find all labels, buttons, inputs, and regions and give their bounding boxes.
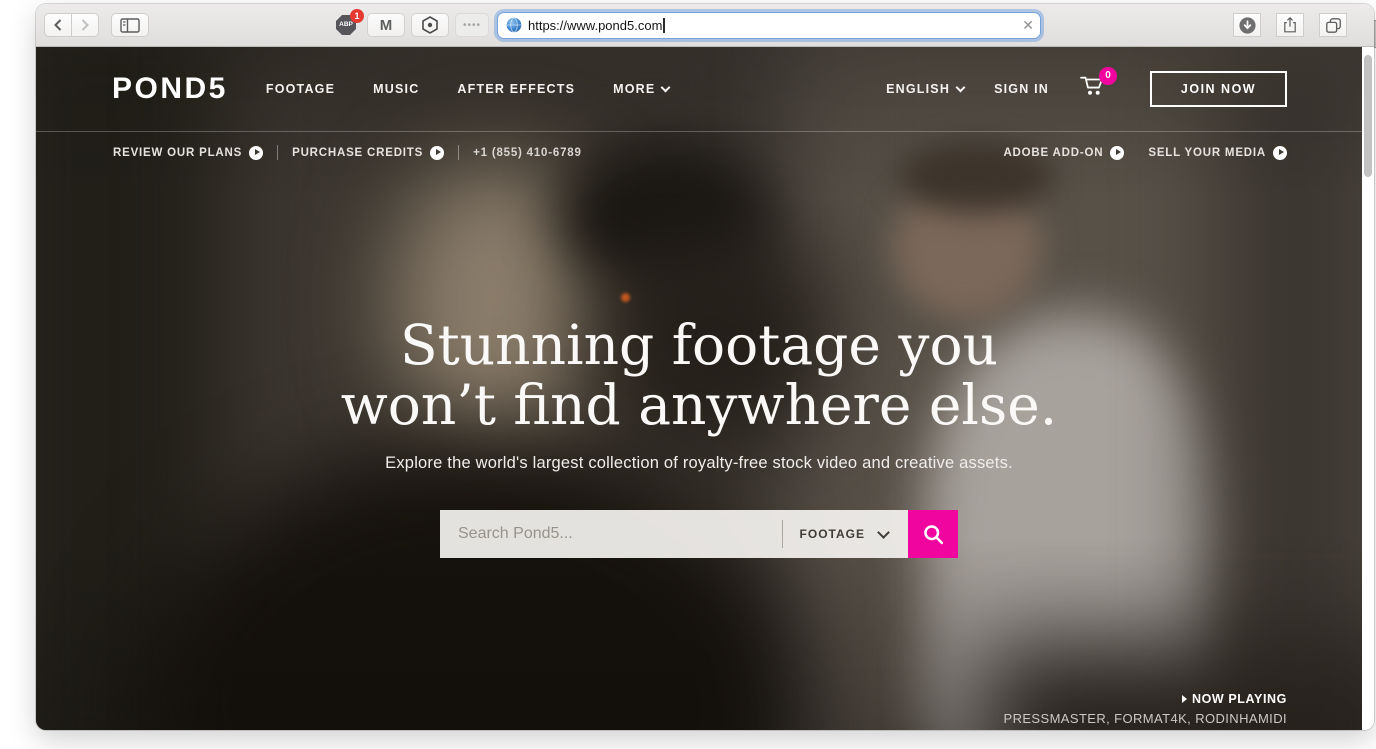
back-icon	[53, 19, 63, 31]
hero-search-bar: FOOTAGE	[440, 510, 958, 558]
downloads-icon	[1238, 16, 1257, 35]
nav-after-effects[interactable]: AFTER EFFECTS	[457, 82, 575, 96]
forward-button[interactable]	[71, 13, 99, 37]
hero-video-background: POND5 FOOTAGE MUSIC AFTER EFFECTS MORE E…	[36, 47, 1362, 730]
cart-button[interactable]: 0	[1079, 75, 1106, 102]
search-category-dropdown[interactable]: FOOTAGE	[783, 527, 908, 541]
nav-music[interactable]: MUSIC	[373, 82, 419, 96]
language-selector[interactable]: ENGLISH	[886, 82, 964, 96]
browser-toolbar: ABP 1 M •••• https://www.pond5.c	[36, 4, 1374, 47]
chevron-down-icon	[661, 82, 671, 92]
subnav-left: REVIEW OUR PLANS PURCHASE CREDITS +1 (85…	[113, 145, 582, 160]
subnav: REVIEW OUR PLANS PURCHASE CREDITS +1 (85…	[36, 131, 1362, 173]
search-icon	[922, 523, 945, 546]
now-playing-label: NOW PLAYING	[1004, 692, 1288, 706]
join-now-button[interactable]: JOIN NOW	[1150, 71, 1287, 107]
share-button[interactable]	[1276, 13, 1304, 37]
m-extension-button[interactable]: M	[367, 13, 405, 37]
m-extension-icon: M	[380, 17, 393, 34]
subnav-right: ADOBE ADD-ON SELL YOUR MEDIA	[1003, 146, 1287, 160]
main-nav: FOOTAGE MUSIC AFTER EFFECTS MORE	[266, 82, 670, 96]
pond5-logo[interactable]: POND5	[112, 72, 228, 106]
address-bar[interactable]: https://www.pond5.com ✕	[497, 12, 1041, 39]
hexagon-extension-button[interactable]	[411, 13, 449, 37]
sign-in-link[interactable]: SIGN IN	[994, 82, 1049, 96]
sell-your-media-link[interactable]: SELL YOUR MEDIA	[1148, 146, 1287, 160]
hero-copy: Stunning footage you won’t find anywhere…	[36, 315, 1362, 473]
adblock-extension-button[interactable]: ABP 1	[331, 13, 361, 37]
search-input[interactable]	[440, 510, 782, 558]
toolbar-right-group	[1233, 13, 1347, 37]
downloads-button[interactable]	[1233, 13, 1261, 37]
cart-count-badge: 0	[1099, 67, 1117, 85]
tab-overview-button[interactable]	[1319, 13, 1347, 37]
scrollbar-thumb[interactable]	[1364, 55, 1372, 177]
header-right: ENGLISH SIGN IN 0 JOIN NOW	[886, 71, 1287, 107]
browser-window: ABP 1 M •••• https://www.pond5.c	[36, 4, 1374, 730]
nav-footage[interactable]: FOOTAGE	[266, 82, 335, 96]
play-triangle-icon	[1182, 695, 1187, 703]
nav-more[interactable]: MORE	[613, 82, 669, 96]
video-credits: PRESSMASTER, FORMAT4K, RODINHAMIDI	[1004, 711, 1288, 726]
more-extensions-button[interactable]: ••••	[455, 13, 489, 37]
hexagon-icon	[420, 15, 440, 35]
phone-number: +1 (855) 410-6789	[473, 147, 582, 159]
play-circle-icon	[249, 146, 263, 160]
hero-title-line2: won’t find anywhere else.	[36, 375, 1362, 435]
adblock-badge: 1	[350, 9, 364, 23]
hero-subtitle: Explore the world's largest collection o…	[36, 454, 1362, 473]
divider	[458, 145, 459, 160]
purchase-credits-link[interactable]: PURCHASE CREDITS	[292, 146, 444, 160]
url-text: https://www.pond5.com	[528, 18, 662, 33]
extensions-group: ABP 1 M ••••	[331, 13, 489, 37]
sidebar-toggle-button[interactable]	[111, 13, 149, 37]
share-icon	[1282, 16, 1298, 34]
text-caret	[663, 18, 665, 33]
tabs-icon	[1325, 17, 1342, 34]
play-circle-icon	[430, 146, 444, 160]
play-circle-icon	[1273, 146, 1287, 160]
site-favicon-globe-icon	[506, 17, 522, 33]
hero-title-line1: Stunning footage you	[36, 315, 1362, 375]
search-field: FOOTAGE	[440, 510, 908, 558]
chevron-down-icon	[956, 82, 966, 92]
clear-url-icon[interactable]: ✕	[1022, 18, 1034, 32]
divider	[277, 145, 278, 160]
chevron-down-icon	[877, 526, 890, 539]
search-button[interactable]	[908, 510, 958, 558]
sidebar-icon	[120, 18, 140, 33]
forward-icon	[80, 19, 90, 31]
back-button[interactable]	[44, 13, 72, 37]
scrollbar-track[interactable]	[1362, 47, 1374, 730]
adobe-addon-link[interactable]: ADOBE ADD-ON	[1003, 146, 1124, 160]
review-plans-link[interactable]: REVIEW OUR PLANS	[113, 146, 263, 160]
site-header: POND5 FOOTAGE MUSIC AFTER EFFECTS MORE E…	[112, 65, 1287, 112]
now-playing: NOW PLAYING PRESSMASTER, FORMAT4K, RODIN…	[1004, 692, 1288, 726]
play-circle-icon	[1110, 146, 1124, 160]
page-content: POND5 FOOTAGE MUSIC AFTER EFFECTS MORE E…	[36, 47, 1374, 730]
